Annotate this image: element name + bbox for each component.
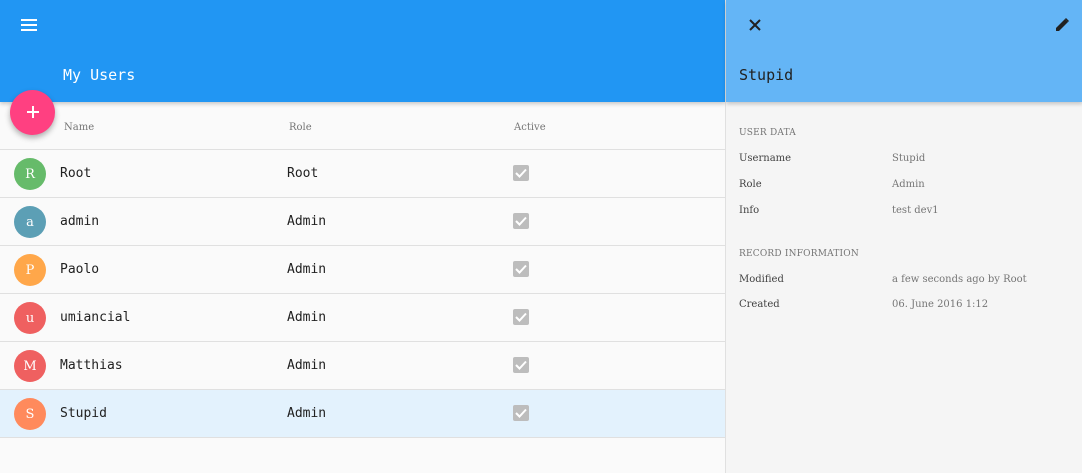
avatar: S xyxy=(14,398,46,430)
cell-name: admin xyxy=(60,214,100,229)
menu-icon[interactable] xyxy=(18,14,40,36)
active-checkbox[interactable] xyxy=(513,309,529,325)
active-checkbox[interactable] xyxy=(513,213,529,229)
add-user-button[interactable] xyxy=(10,90,55,135)
user-table-body: R Root Root a admin Admin P Paolo Admin … xyxy=(0,150,725,438)
field-label-info: Info xyxy=(739,205,760,216)
table-row[interactable]: S Stupid Admin xyxy=(0,390,725,438)
column-header-active[interactable]: Active xyxy=(514,122,546,133)
cell-name: Paolo xyxy=(60,262,100,277)
field-value-username: Stupid xyxy=(892,153,926,164)
active-checkbox[interactable] xyxy=(513,165,529,181)
table-row[interactable]: a admin Admin xyxy=(0,198,725,246)
user-data-section-label: USER DATA xyxy=(739,128,796,138)
active-checkbox[interactable] xyxy=(513,261,529,277)
cell-name: Stupid xyxy=(60,406,107,421)
column-header-role[interactable]: Role xyxy=(289,122,312,133)
column-header-name[interactable]: Name xyxy=(64,122,94,133)
field-label-modified: Modified xyxy=(739,274,784,285)
cell-role: Admin xyxy=(287,214,327,229)
cell-role: Admin xyxy=(287,406,327,421)
cell-role: Admin xyxy=(287,262,327,277)
detail-header: Stupid xyxy=(726,0,1082,102)
app-bar: My Users xyxy=(0,0,725,102)
cell-role: Admin xyxy=(287,310,327,325)
field-value-role: Admin xyxy=(892,179,925,190)
record-info-section-label: RECORD INFORMATION xyxy=(739,249,859,259)
avatar: u xyxy=(14,302,46,334)
user-detail-pane: Stupid USER DATA Username Stupid Role Ad… xyxy=(725,0,1082,473)
active-checkbox[interactable] xyxy=(513,405,529,421)
pencil-icon[interactable] xyxy=(1051,14,1073,36)
avatar: a xyxy=(14,206,46,238)
field-label-username: Username xyxy=(739,153,792,164)
avatar: R xyxy=(14,158,46,190)
field-value-modified: a few seconds ago by Root xyxy=(892,274,1027,285)
active-checkbox[interactable] xyxy=(513,357,529,373)
table-row[interactable]: u umiancial Admin xyxy=(0,294,725,342)
table-row[interactable]: P Paolo Admin xyxy=(0,246,725,294)
cell-role: Root xyxy=(287,166,319,181)
users-list-pane: My Users Name Role Active R Root Root a … xyxy=(0,0,725,473)
cell-name: umiancial xyxy=(60,310,131,325)
field-label-role: Role xyxy=(739,179,762,190)
field-value-created: 06. June 2016 1:12 xyxy=(892,299,989,310)
avatar: M xyxy=(14,350,46,382)
cell-role: Admin xyxy=(287,358,327,373)
page-title: My Users xyxy=(63,66,136,84)
cell-name: Root xyxy=(60,166,92,181)
table-row[interactable]: R Root Root xyxy=(0,150,725,198)
table-header: Name Role Active xyxy=(0,102,725,150)
field-label-created: Created xyxy=(739,299,780,310)
avatar: P xyxy=(14,254,46,286)
plus-icon xyxy=(26,103,39,122)
field-value-info: test dev1 xyxy=(892,205,939,216)
cell-name: Matthias xyxy=(60,358,123,373)
detail-title: Stupid xyxy=(739,66,794,84)
table-row[interactable]: M Matthias Admin xyxy=(0,342,725,390)
close-icon[interactable] xyxy=(744,14,766,36)
